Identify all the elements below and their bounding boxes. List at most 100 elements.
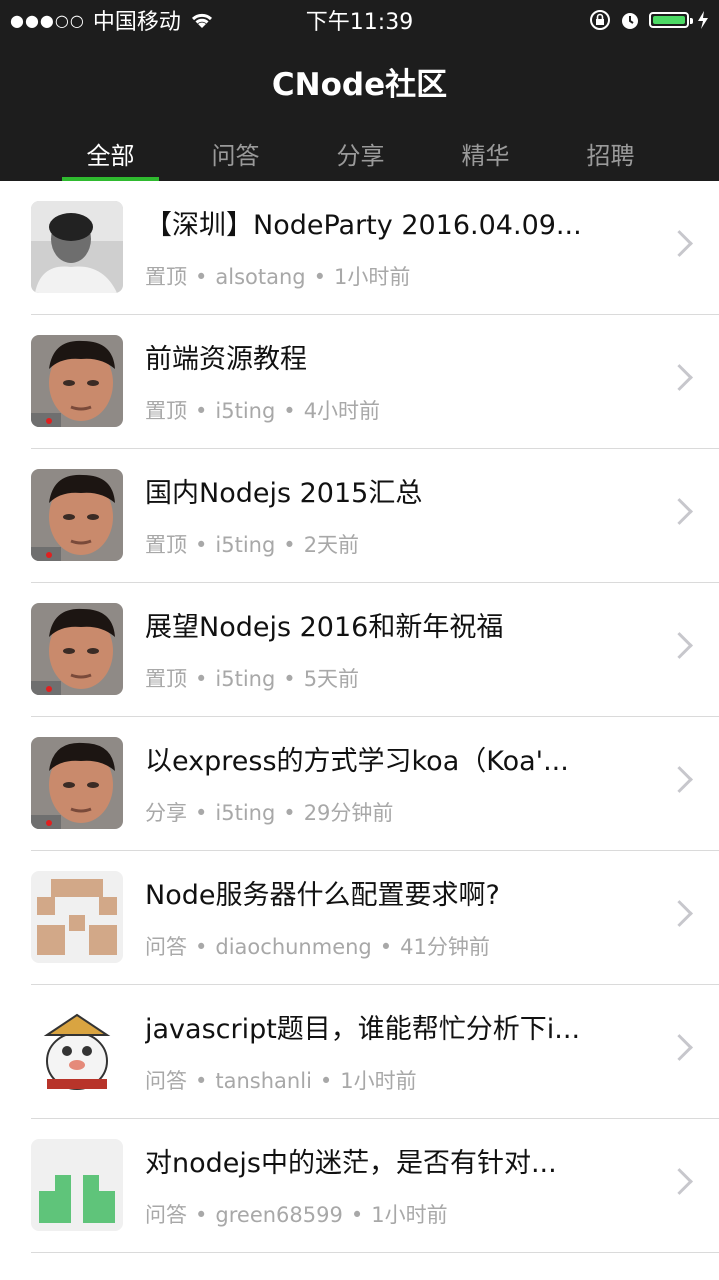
tab-good[interactable]: 精华: [423, 122, 548, 181]
topic-row[interactable]: Node服务器什么配置要求啊? 问答 • diaochunmeng • 41分钟前: [0, 851, 719, 985]
topic-author: diaochunmeng: [215, 935, 372, 959]
separator-dot: •: [195, 399, 208, 423]
chevron-right-icon: [666, 632, 693, 659]
separator-dot: •: [283, 801, 296, 825]
topic-tag: 问答: [145, 935, 187, 959]
topic-author: i5ting: [215, 801, 276, 825]
topic-time: 1小时前: [334, 265, 411, 289]
topic-tag: 置顶: [145, 667, 187, 691]
topic-author: i5ting: [215, 533, 276, 557]
topic-title: 【深圳】NodeParty 2016.04.09...: [145, 210, 582, 241]
topic-time: 4小时前: [303, 399, 381, 423]
topic-time: 41分钟前: [400, 935, 490, 959]
topic-tag: 置顶: [145, 533, 187, 557]
user-avatar[interactable]: [31, 469, 123, 561]
topic-author: tanshanli: [215, 1069, 312, 1093]
separator-dot: •: [195, 1203, 208, 1227]
topic-title: Node服务器什么配置要求啊?: [145, 880, 500, 911]
status-time: 下午11:39: [305, 10, 414, 35]
separator-dot: •: [195, 533, 208, 557]
chevron-right-icon: [666, 364, 693, 391]
topic-tag: 分享: [145, 801, 187, 825]
topic-list: 【深圳】NodeParty 2016.04.09... 置顶 • alsotang • 1…: [0, 181, 719, 1280]
separator-dot: •: [379, 935, 393, 959]
topic-meta: 置顶 • i5ting • 5天前: [145, 663, 639, 693]
topic-row[interactable]: 以express的方式学习koa（Koa'... 分享 • i5ting • 29分钟前: [0, 717, 719, 851]
topic-row[interactable]: 国内Nodejs 2015汇总置顶 • i5ting • 2天前: [0, 449, 719, 583]
chevron-right-icon: [666, 900, 693, 927]
separator-dot: •: [350, 1203, 364, 1227]
rotation-lock-icon: [590, 10, 610, 30]
topic-meta: 置顶 • i5ting • 4小时前: [145, 395, 639, 425]
tab-label: 全部: [86, 142, 135, 170]
topic-tag: 问答: [145, 1203, 187, 1227]
topic-row[interactable]: 前端资源教程置顶 • i5ting • 4小时前: [0, 315, 719, 449]
topic-meta: 问答 • green68599 • 1小时前: [145, 1199, 639, 1229]
separator-dot: •: [313, 265, 327, 289]
topic-meta: 置顶 • i5ting • 2天前: [145, 529, 639, 559]
tab-ask[interactable]: 问答: [173, 122, 298, 181]
separator-dot: •: [195, 1069, 208, 1093]
tab-job[interactable]: 招聘: [548, 122, 673, 181]
topic-time: 29分钟前: [303, 801, 394, 825]
topic-time: 1小时前: [371, 1203, 448, 1227]
user-avatar[interactable]: [31, 871, 123, 963]
separator-dot: •: [195, 667, 208, 691]
separator-dot: •: [195, 935, 208, 959]
topic-author: alsotang: [215, 265, 306, 289]
topic-meta: 置顶 • alsotang • 1小时前: [145, 261, 639, 291]
charging-icon: [698, 11, 708, 29]
user-avatar[interactable]: [31, 603, 123, 695]
user-avatar[interactable]: [31, 201, 123, 293]
topic-title: 以express的方式学习koa（Koa'...: [145, 746, 569, 777]
separator-dot: •: [283, 399, 296, 423]
tab-label: 精华: [461, 142, 510, 170]
topic-author: i5ting: [215, 667, 276, 691]
separator-dot: •: [283, 667, 296, 691]
tab-share[interactable]: 分享: [298, 122, 423, 181]
topic-tag: 置顶: [145, 399, 187, 423]
topic-title: 前端资源教程: [145, 344, 307, 375]
topic-row[interactable]: 【深圳】NodeParty 2016.04.09... 置顶 • alsotang • 1…: [0, 181, 719, 315]
topic-author: i5ting: [215, 399, 276, 423]
user-avatar[interactable]: [31, 1139, 123, 1231]
signal-strength-icon: ●●●○○: [10, 10, 85, 30]
battery-icon: [649, 12, 693, 28]
user-avatar[interactable]: [31, 335, 123, 427]
chevron-right-icon: [666, 1168, 693, 1195]
topic-title: javascript题目，谁能帮忙分析下i...: [145, 1014, 581, 1045]
page-title: CNode社区: [271, 66, 448, 103]
chevron-right-icon: [666, 498, 693, 525]
topic-meta: 分享 • i5ting • 29分钟前: [145, 797, 639, 827]
topic-meta: 问答 • diaochunmeng • 41分钟前: [145, 931, 639, 961]
topic-tag: 置顶: [145, 265, 187, 289]
tab-label: 招聘: [586, 142, 635, 170]
alarm-icon: [622, 13, 638, 29]
separator-dot: •: [195, 801, 208, 825]
user-avatar[interactable]: [31, 1005, 123, 1097]
tab-all[interactable]: 全部: [48, 122, 173, 181]
topic-author: green68599: [215, 1203, 343, 1227]
user-avatar[interactable]: [31, 737, 123, 829]
topic-row[interactable]: javascript题目，谁能帮忙分析下i... 问答 • tanshanli • 1小时…: [0, 985, 719, 1119]
topic-row[interactable]: 展望Nodejs 2016和新年祝福置顶 • i5ting • 5天前: [0, 583, 719, 717]
separator-dot: •: [283, 533, 296, 557]
topic-title: 国内Nodejs 2015汇总: [145, 478, 423, 509]
topic-time: 5天前: [303, 667, 360, 691]
topic-title: 展望Nodejs 2016和新年祝福: [145, 612, 504, 643]
topic-row[interactable]: 对nodejs中的迷茫，是否有针对... 问答 • green68599 • 1小时前: [0, 1119, 719, 1253]
topic-time: 2天前: [303, 533, 360, 557]
topic-meta: 问答 • tanshanli • 1小时前: [145, 1065, 639, 1095]
chevron-right-icon: [666, 1034, 693, 1061]
separator-dot: •: [319, 1069, 333, 1093]
carrier-name: 中国移动: [92, 10, 181, 35]
app-header: ●●●○○ 中国移动 下午11:39 CNode社区 全部 问答 分享 精华 招…: [0, 0, 719, 181]
separator-dot: •: [195, 265, 208, 289]
status-bar: ●●●○○ 中国移动 下午11:39: [0, 0, 719, 40]
wifi-icon: [191, 13, 212, 28]
tab-label: 分享: [336, 142, 385, 170]
topic-time: 1小时前: [340, 1069, 417, 1093]
chevron-right-icon: [666, 766, 693, 793]
topic-tag: 问答: [145, 1069, 187, 1093]
tab-label: 问答: [211, 142, 260, 170]
